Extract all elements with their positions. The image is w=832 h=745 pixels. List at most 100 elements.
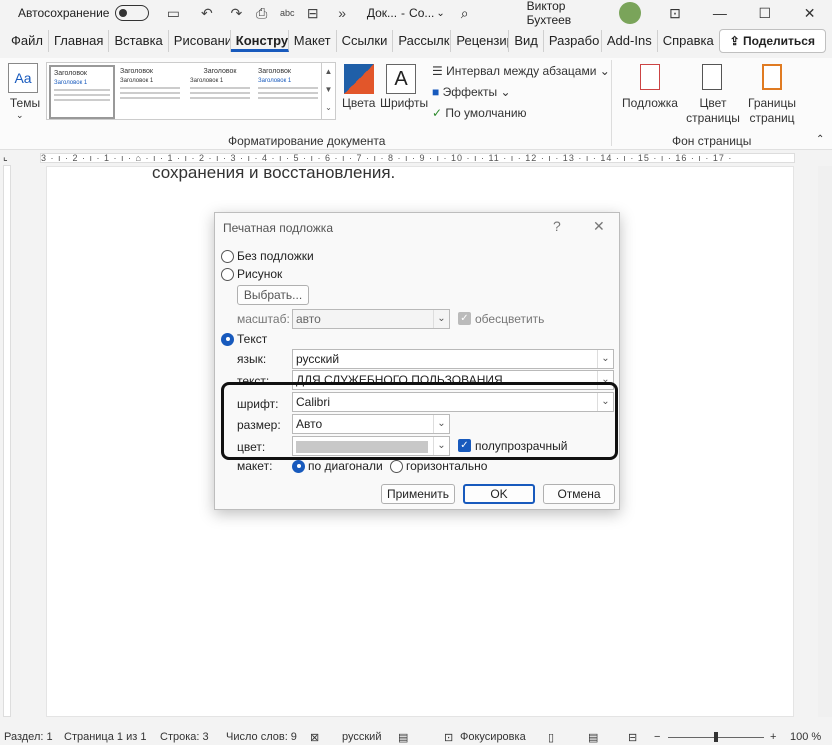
no-watermark-radio[interactable]: Без подложки <box>221 249 314 263</box>
chevron-down-icon: ⌄ <box>433 310 449 328</box>
colors-label[interactable]: Цвета <box>342 96 375 110</box>
maximize-icon[interactable]: ☐ <box>742 5 787 22</box>
undo-icon[interactable]: ↶ <box>196 5 217 22</box>
scale-select[interactable]: авто ⌄ <box>292 309 450 329</box>
help-icon[interactable]: ? <box>553 218 561 234</box>
spelling-icon[interactable]: abc <box>277 8 298 18</box>
paragraph-spacing-button[interactable]: ☰ Интервал между абзацами ⌄ <box>432 64 610 78</box>
tab-home[interactable]: Главная <box>49 30 110 52</box>
title-separator: - <box>401 6 406 20</box>
proofing-icon[interactable]: ⊠ <box>310 731 319 744</box>
watermark-button[interactable]: Подложка <box>622 96 678 110</box>
fonts-icon[interactable]: A <box>386 64 416 94</box>
vertical-ruler <box>0 165 14 717</box>
tab-help[interactable]: Справка <box>658 30 719 52</box>
text-radio[interactable]: Текст <box>221 332 267 346</box>
print-icon[interactable]: ⎙ <box>251 5 272 22</box>
ribbon-display-icon[interactable]: ⊡ <box>653 5 698 22</box>
page-color-button[interactable]: Цвет страницы <box>684 96 742 126</box>
web-layout-icon[interactable]: ⊟ <box>628 731 637 744</box>
style-thumb[interactable]: Заголовок Заголовок 1 <box>187 65 253 119</box>
tab-mailings[interactable]: Рассылк <box>393 30 452 52</box>
language-select[interactable]: русский ⌄ <box>292 349 614 369</box>
print-layout-icon[interactable]: ▤ <box>588 731 598 744</box>
apply-button[interactable]: Применить <box>381 484 455 504</box>
redo-icon[interactable]: ↷ <box>226 5 247 22</box>
search-icon[interactable]: ⌕ <box>461 5 469 22</box>
status-bar: Раздел: 1 Страница 1 из 1 Строка: 3 Числ… <box>0 730 832 745</box>
diagonal-radio[interactable]: по диагонали <box>292 459 383 473</box>
ribbon-divider <box>611 60 612 146</box>
tab-draw[interactable]: Рисовани <box>169 30 231 52</box>
avatar[interactable] <box>619 2 641 24</box>
ok-button[interactable]: OK <box>463 484 535 504</box>
status-page[interactable]: Страница 1 из 1 <box>64 731 146 743</box>
chevron-down-icon[interactable]: ⌄ <box>436 8 444 19</box>
tab-references[interactable]: Ссылки <box>337 30 394 52</box>
status-section[interactable]: Раздел: 1 <box>4 731 53 743</box>
style-gallery: Заголовок Заголовок 1 Заголовок Заголовок … <box>46 62 336 120</box>
more-icon[interactable]: » <box>331 5 352 21</box>
group-background-label: Фон страницы <box>672 134 752 148</box>
ruler-scale[interactable]: 3 · ı · 2 · ı · 1 · ı · ⌂ · ı · 1 · ı · … <box>40 153 795 163</box>
page-color-icon[interactable] <box>702 64 722 90</box>
tab-design[interactable]: Констру <box>230 30 289 52</box>
customize-icon[interactable]: ⊟ <box>302 5 323 22</box>
zoom-out-icon[interactable]: − <box>654 731 660 743</box>
zoom-thumb[interactable] <box>714 732 718 742</box>
tab-view[interactable]: Вид <box>509 30 544 52</box>
status-zoom[interactable]: 100 % <box>790 731 821 743</box>
share-button[interactable]: ⇪ Поделиться <box>718 29 826 53</box>
focus-icon[interactable]: ⊡ <box>444 731 453 744</box>
page-borders-button[interactable]: Границы страниц <box>744 96 800 126</box>
picture-radio[interactable]: Рисунок <box>221 267 282 281</box>
close-icon[interactable]: ✕ <box>593 218 605 235</box>
tab-developer[interactable]: Разрабо <box>544 30 602 52</box>
themes-icon[interactable]: Aa <box>8 63 38 93</box>
vertical-scrollbar[interactable] <box>818 166 832 717</box>
horizontal-radio[interactable]: горизонтально <box>390 459 487 473</box>
highlight-box <box>221 382 618 460</box>
tab-file[interactable]: Файл <box>6 30 49 52</box>
washout-checkbox[interactable]: ✓ <box>458 312 471 325</box>
tab-insert[interactable]: Вставка <box>109 30 169 52</box>
tab-addins[interactable]: Add-Ins <box>602 30 658 52</box>
tab-selector-icon[interactable]: ⌞ <box>3 152 8 163</box>
document-name[interactable]: Док... <box>367 6 397 20</box>
tab-review[interactable]: Рецензир <box>451 30 510 52</box>
themes-chevron-icon[interactable]: ⌄ <box>16 110 24 121</box>
close-icon[interactable]: ✕ <box>787 5 832 22</box>
style-thumb[interactable]: Заголовок Заголовок 1 <box>117 65 183 119</box>
user-name[interactable]: Виктор Бухтеев <box>527 0 612 27</box>
page-borders-icon[interactable] <box>762 64 782 90</box>
colors-icon[interactable] <box>344 64 374 94</box>
read-mode-icon[interactable]: ▯ <box>548 731 554 744</box>
gallery-scroll-icon[interactable]: ▲ ▼ ⌄ <box>321 63 335 119</box>
horizontal-ruler: ⌞ 3 · ı · 2 · ı · 1 · ı · ⌂ · ı · 1 · ı … <box>0 151 832 165</box>
cancel-button[interactable]: Отмена <box>543 484 615 504</box>
fonts-label[interactable]: Шрифты <box>380 96 428 110</box>
collapse-ribbon-icon[interactable]: ⌃ <box>816 134 824 145</box>
save-icon[interactable]: ▭ <box>163 5 184 22</box>
style-thumb[interactable]: Заголовок Заголовок 1 <box>255 65 321 119</box>
effects-button[interactable]: ■ Эффекты ⌄ <box>432 85 511 99</box>
chevron-down-icon: ⌄ <box>597 350 613 368</box>
status-words[interactable]: Число слов: 9 <box>226 731 297 743</box>
watermark-dialog: Печатная подложка ? ✕ Без подложки Рисун… <box>214 212 620 510</box>
tab-layout[interactable]: Макет <box>289 30 337 52</box>
watermark-icon[interactable] <box>640 64 660 90</box>
choose-picture-button[interactable]: Выбрать... <box>237 285 309 305</box>
status-line[interactable]: Строка: 3 <box>160 731 209 743</box>
document-text[interactable]: сохранения и восстановления. <box>152 163 395 183</box>
status-focus[interactable]: Фокусировка <box>460 731 526 743</box>
zoom-in-icon[interactable]: + <box>770 731 776 743</box>
spacing-icon: ☰ <box>432 64 443 78</box>
set-default-button[interactable]: ✓ По умолчанию <box>432 106 527 120</box>
autosave-toggle[interactable] <box>115 5 149 21</box>
themes-label[interactable]: Темы <box>8 96 42 110</box>
style-thumb[interactable]: Заголовок Заголовок 1 <box>49 65 115 119</box>
predictions-icon[interactable]: ▤ <box>398 731 408 744</box>
minimize-icon[interactable]: — <box>697 5 742 21</box>
document-status[interactable]: Со... <box>409 6 434 20</box>
status-language[interactable]: русский <box>342 731 381 743</box>
